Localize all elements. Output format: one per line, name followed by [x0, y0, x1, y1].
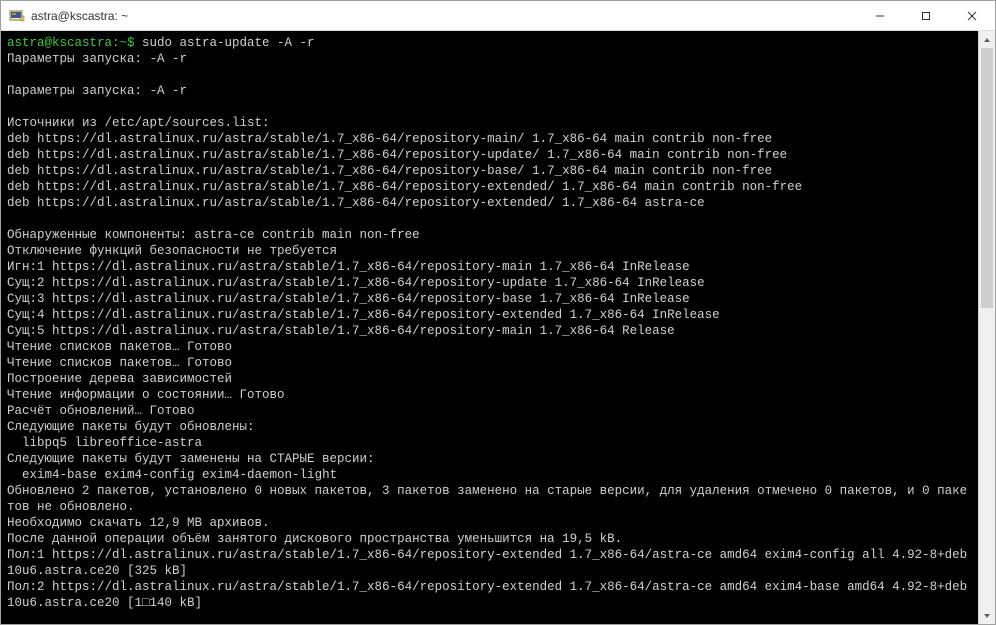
terminal-line: deb https://dl.astralinux.ru/astra/stabl…: [7, 196, 705, 210]
scroll-up-button[interactable]: [979, 31, 995, 48]
terminal-line: Параметры запуска: -A -r: [7, 52, 187, 66]
terminal-output[interactable]: astra@kscastra:~$ sudo astra-update -A -…: [1, 31, 978, 624]
terminal-line: Сущ:5 https://dl.astralinux.ru/astra/sta…: [7, 324, 675, 338]
window-title: astra@kscastra: ~: [31, 9, 857, 23]
terminal-line: Чтение информации о состоянии… Готово: [7, 388, 285, 402]
terminal-line: libpq5 libreoffice-astra: [7, 436, 202, 450]
terminal-line: Построение дерева зависимостей: [7, 372, 232, 386]
terminal-line: Пол:1 https://dl.astralinux.ru/astra/sta…: [7, 548, 967, 578]
minimize-button[interactable]: [857, 1, 903, 30]
scrollbar-thumb[interactable]: [981, 48, 993, 308]
terminal-line: После данной операции объём занятого дис…: [7, 532, 622, 546]
terminal-line: Параметры запуска: -A -r: [7, 84, 187, 98]
app-window: astra@kscastra: ~ astra@kscastra:~$ sudo…: [0, 0, 996, 625]
scrollbar[interactable]: [978, 31, 995, 624]
putty-icon: [9, 8, 25, 24]
terminal-line: deb https://dl.astralinux.ru/astra/stabl…: [7, 148, 787, 162]
shell-command: sudo astra-update -A -r: [142, 36, 315, 50]
terminal-line: exim4-base exim4-config exim4-daemon-lig…: [7, 468, 337, 482]
terminal-line: Обнаруженные компоненты: astra-ce contri…: [7, 228, 420, 242]
terminal-line: Источники из /etc/apt/sources.list:: [7, 116, 270, 130]
maximize-button[interactable]: [903, 1, 949, 30]
terminal-line: Необходимо скачать 12,9 MB архивов.: [7, 516, 270, 530]
shell-prompt: astra@kscastra:~$: [7, 36, 142, 50]
terminal-line: Чтение списков пакетов… Готово: [7, 340, 232, 354]
terminal-line: Обновлено 2 пакетов, установлено 0 новых…: [7, 484, 967, 514]
terminal-line: Следующие пакеты будут обновлены:: [7, 420, 255, 434]
scroll-down-button[interactable]: [979, 607, 995, 624]
terminal-line: deb https://dl.astralinux.ru/astra/stabl…: [7, 180, 802, 194]
terminal-line: Расчёт обновлений… Готово: [7, 404, 195, 418]
titlebar: astra@kscastra: ~: [1, 1, 995, 31]
terminal-line: Сущ:3 https://dl.astralinux.ru/astra/sta…: [7, 292, 690, 306]
terminal-line: Сущ:2 https://dl.astralinux.ru/astra/sta…: [7, 276, 705, 290]
terminal-line: Сущ:4 https://dl.astralinux.ru/astra/sta…: [7, 308, 720, 322]
window-controls: [857, 1, 995, 30]
terminal-line: Пол:2 https://dl.astralinux.ru/astra/sta…: [7, 580, 967, 610]
close-button[interactable]: [949, 1, 995, 30]
terminal-line: Отключение функций безопасности не требу…: [7, 244, 337, 258]
terminal-line: Чтение списков пакетов… Готово: [7, 356, 232, 370]
terminal-line: deb https://dl.astralinux.ru/astra/stabl…: [7, 164, 772, 178]
terminal-line: Игн:1 https://dl.astralinux.ru/astra/sta…: [7, 260, 690, 274]
terminal-area: astra@kscastra:~$ sudo astra-update -A -…: [1, 31, 995, 624]
terminal-line: Следующие пакеты будут заменены на СТАРЫ…: [7, 452, 375, 466]
terminal-line: deb https://dl.astralinux.ru/astra/stabl…: [7, 132, 772, 146]
